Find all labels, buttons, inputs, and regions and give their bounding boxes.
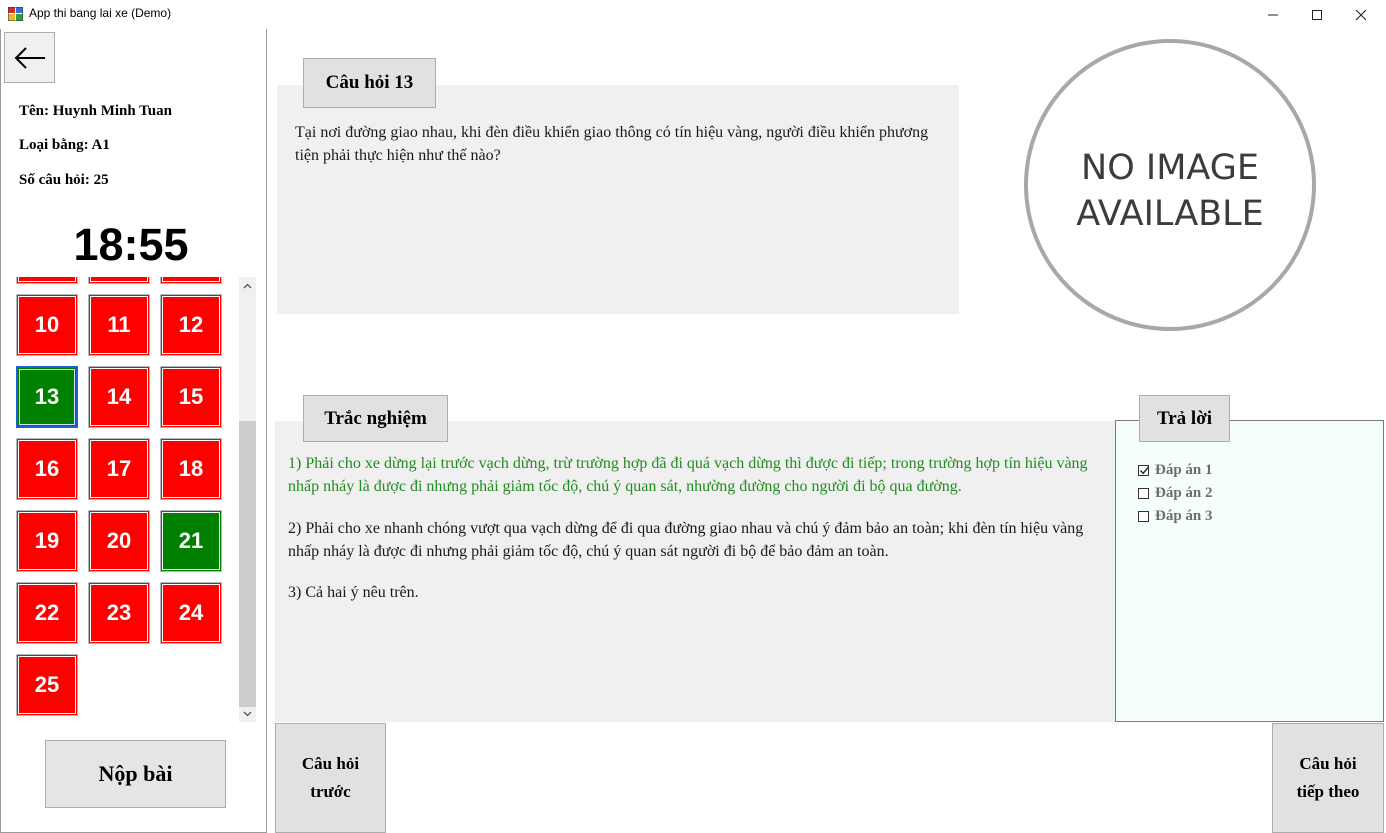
answer-option-3[interactable]: Đáp án 3 bbox=[1138, 506, 1213, 526]
answer-label-2: Đáp án 2 bbox=[1155, 484, 1213, 501]
check-icon bbox=[1139, 465, 1150, 474]
app-icon bbox=[7, 6, 24, 22]
candidate-name: Tên: Huynh Minh Tuan bbox=[19, 103, 172, 119]
question-button[interactable]: 16 bbox=[16, 438, 78, 500]
prev-label-line2: trước bbox=[310, 782, 351, 801]
question-grid: 10 11 12 13 14 15 16 17 18 19 20 21 22 23 24 25 bbox=[14, 277, 236, 720]
minimize-button[interactable] bbox=[1250, 0, 1296, 29]
question-button[interactable]: 23 bbox=[88, 582, 150, 644]
question-button[interactable]: 18 bbox=[160, 438, 222, 500]
question-button[interactable]: 12 bbox=[160, 294, 222, 356]
license-type: Loại bằng: A1 bbox=[19, 137, 110, 153]
question-button[interactable] bbox=[160, 277, 222, 284]
close-icon bbox=[1355, 9, 1367, 20]
question-button[interactable] bbox=[88, 277, 150, 284]
option-2-text: 2) Phải cho xe nhanh chóng vượt qua vạch… bbox=[288, 520, 1084, 560]
question-button[interactable]: 22 bbox=[16, 582, 78, 644]
question-panel bbox=[277, 85, 959, 314]
chevron-down-icon bbox=[243, 711, 252, 716]
arrow-left-icon bbox=[14, 46, 45, 69]
option-1-text: 1) Phải cho xe dừng lại trước vạch dừng,… bbox=[288, 455, 1088, 495]
option-3-text: 3) Cả hai ý nêu trên. bbox=[288, 584, 419, 601]
answer-label-1: Đáp án 1 bbox=[1155, 461, 1213, 478]
question-button[interactable]: 17 bbox=[88, 438, 150, 500]
options-header: Trắc nghiệm bbox=[303, 395, 448, 442]
answer-header: Trả lời bbox=[1139, 395, 1230, 442]
minimize-icon bbox=[1268, 14, 1278, 15]
close-button[interactable] bbox=[1338, 0, 1384, 29]
scrollbar-thumb[interactable] bbox=[239, 421, 256, 707]
next-label-line2: tiếp theo bbox=[1296, 782, 1360, 801]
question-text: Tại nơi đường giao nhau, khi đèn điều kh… bbox=[295, 124, 929, 164]
maximize-button[interactable] bbox=[1294, 0, 1340, 29]
scroll-up-button[interactable] bbox=[239, 277, 256, 294]
scroll-down-button[interactable] bbox=[239, 705, 256, 722]
question-button[interactable]: 15 bbox=[160, 366, 222, 428]
question-button[interactable]: 19 bbox=[16, 510, 78, 572]
title-bar bbox=[0, 0, 1386, 29]
previous-question-button[interactable]: Câu hỏi trước bbox=[275, 723, 386, 833]
answer-option-2[interactable]: Đáp án 2 bbox=[1138, 483, 1213, 503]
question-image-placeholder: NO IMAGE AVAILABLE bbox=[1024, 39, 1316, 331]
no-image-icon: NO IMAGE AVAILABLE bbox=[1024, 39, 1316, 331]
question-button[interactable]: 13 bbox=[16, 366, 78, 428]
next-question-button[interactable]: Câu hỏi tiếp theo bbox=[1272, 723, 1384, 833]
question-count: Số câu hỏi: 25 bbox=[19, 172, 109, 188]
prev-label-line1: Câu hỏi bbox=[301, 754, 360, 773]
window-title: App thi bang lai xe (Demo) bbox=[29, 6, 172, 20]
no-image-line1: NO IMAGE bbox=[1081, 148, 1259, 188]
maximize-icon bbox=[1312, 9, 1322, 20]
question-button[interactable]: 25 bbox=[16, 654, 78, 716]
answer-checkbox-2[interactable] bbox=[1138, 487, 1149, 499]
question-button[interactable]: 14 bbox=[88, 366, 150, 428]
question-button[interactable]: 21 bbox=[160, 510, 222, 572]
chevron-up-icon bbox=[243, 283, 252, 288]
question-header: Câu hỏi 13 bbox=[303, 58, 436, 108]
question-button[interactable]: 11 bbox=[88, 294, 150, 356]
back-button[interactable] bbox=[4, 32, 55, 83]
next-label-line1: Câu hỏi bbox=[1299, 754, 1357, 773]
answer-checkbox-3[interactable] bbox=[1138, 510, 1149, 522]
answer-label-3: Đáp án 3 bbox=[1155, 507, 1213, 524]
question-button[interactable]: 10 bbox=[16, 294, 78, 356]
question-button[interactable] bbox=[16, 277, 78, 284]
answer-checkbox-1[interactable] bbox=[1138, 464, 1150, 476]
answer-option-1[interactable]: Đáp án 1 bbox=[1138, 460, 1213, 480]
question-button[interactable]: 20 bbox=[88, 510, 150, 572]
no-image-line2: AVAILABLE bbox=[1076, 194, 1264, 234]
submit-button[interactable]: Nộp bài bbox=[45, 740, 226, 808]
countdown-timer: 18:55 bbox=[73, 219, 189, 270]
question-button[interactable]: 24 bbox=[160, 582, 222, 644]
